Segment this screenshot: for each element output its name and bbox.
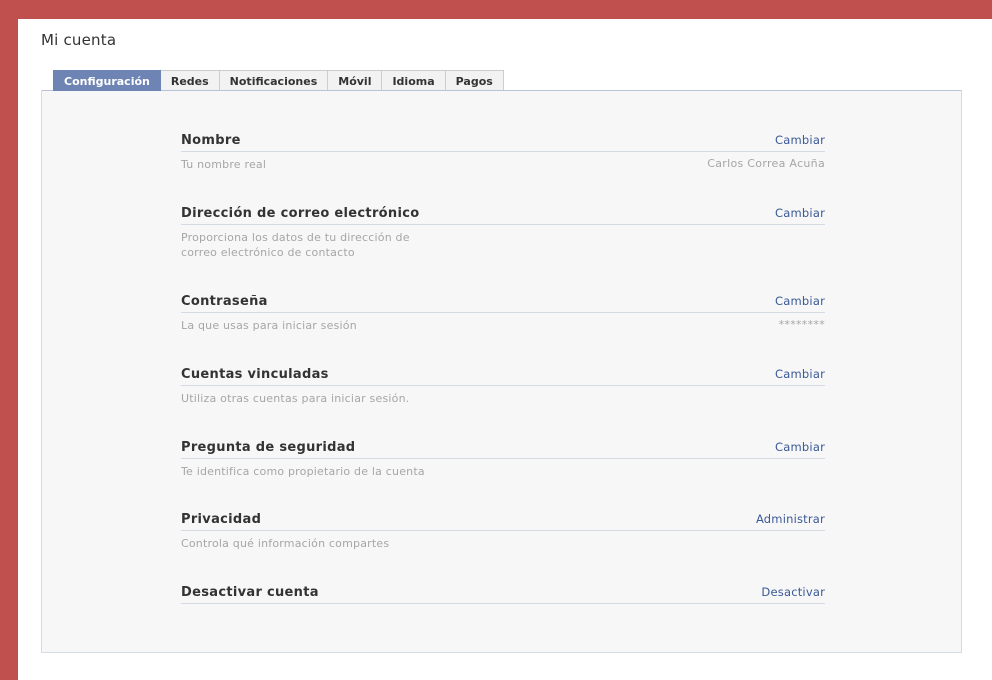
page-title: Mi cuenta xyxy=(41,31,117,49)
section-title: Contraseña xyxy=(181,294,268,309)
section-title: Cuentas vinculadas xyxy=(181,367,329,382)
section-header: Pregunta de seguridad Cambiar xyxy=(181,440,825,459)
password-mask: ******** xyxy=(778,318,825,331)
change-linked-accounts-link[interactable]: Cambiar xyxy=(775,367,825,381)
section-title: Desactivar cuenta xyxy=(181,585,319,600)
tab-pagos[interactable]: Pagos xyxy=(444,70,504,91)
change-name-link[interactable]: Cambiar xyxy=(775,133,825,147)
section-header: Dirección de correo electrónico Cambiar xyxy=(181,206,825,225)
section-correo: Dirección de correo electrónico Cambiar … xyxy=(181,206,825,260)
section-privacidad: Privacidad Administrar Controla qué info… xyxy=(181,512,825,551)
section-title: Privacidad xyxy=(181,512,262,527)
section-body: Tu nombre real Carlos Correa Acuña xyxy=(181,157,825,172)
section-description: Controla qué información compartes xyxy=(181,537,390,550)
section-header: Desactivar cuenta Desactivar xyxy=(181,585,825,604)
change-password-link[interactable]: Cambiar xyxy=(775,294,825,308)
deactivate-account-link[interactable]: Desactivar xyxy=(761,585,825,599)
section-body: Utiliza otras cuentas para iniciar sesió… xyxy=(181,391,825,406)
section-pregunta-seguridad: Pregunta de seguridad Cambiar Te identif… xyxy=(181,440,825,479)
panel-divider xyxy=(42,90,961,91)
name-value: Carlos Correa Acuña xyxy=(707,157,825,170)
frame-border-left xyxy=(0,0,18,680)
tab-notificaciones[interactable]: Notificaciones xyxy=(218,70,329,91)
change-security-question-link[interactable]: Cambiar xyxy=(775,440,825,454)
section-body: La que usas para iniciar sesión ******** xyxy=(181,318,825,333)
tab-movil[interactable]: Móvil xyxy=(327,70,383,91)
settings-panel: Nombre Cambiar Tu nombre real Carlos Cor… xyxy=(41,90,962,653)
section-header: Cuentas vinculadas Cambiar xyxy=(181,367,825,386)
section-description: Proporciona los datos de tu dirección de… xyxy=(181,231,410,259)
tab-bar: Configuración Redes Notificaciones Móvil… xyxy=(53,70,504,91)
section-description: Utiliza otras cuentas para iniciar sesió… xyxy=(181,392,410,405)
tab-idioma[interactable]: Idioma xyxy=(381,70,446,91)
section-cuentas-vinculadas: Cuentas vinculadas Cambiar Utiliza otras… xyxy=(181,367,825,406)
section-title: Pregunta de seguridad xyxy=(181,440,356,455)
section-header: Nombre Cambiar xyxy=(181,133,825,152)
section-nombre: Nombre Cambiar Tu nombre real Carlos Cor… xyxy=(181,133,825,172)
manage-privacy-link[interactable]: Administrar xyxy=(756,512,825,526)
section-description: Te identifica como propietario de la cue… xyxy=(181,465,425,478)
section-title: Nombre xyxy=(181,133,241,148)
change-email-link[interactable]: Cambiar xyxy=(775,206,825,220)
frame-border-top xyxy=(0,0,992,19)
tab-configuracion[interactable]: Configuración xyxy=(53,70,161,91)
tab-redes[interactable]: Redes xyxy=(159,70,220,91)
section-header: Contraseña Cambiar xyxy=(181,294,825,313)
section-body: Te identifica como propietario de la cue… xyxy=(181,464,825,479)
section-header: Privacidad Administrar xyxy=(181,512,825,531)
section-description: La que usas para iniciar sesión xyxy=(181,319,357,332)
section-description: Tu nombre real xyxy=(181,158,267,171)
section-contrasena: Contraseña Cambiar La que usas para inic… xyxy=(181,294,825,333)
section-body: Proporciona los datos de tu dirección de… xyxy=(181,230,825,260)
section-title: Dirección de correo electrónico xyxy=(181,206,420,221)
section-desactivar: Desactivar cuenta Desactivar xyxy=(181,585,825,604)
section-body: Controla qué información compartes xyxy=(181,536,825,551)
